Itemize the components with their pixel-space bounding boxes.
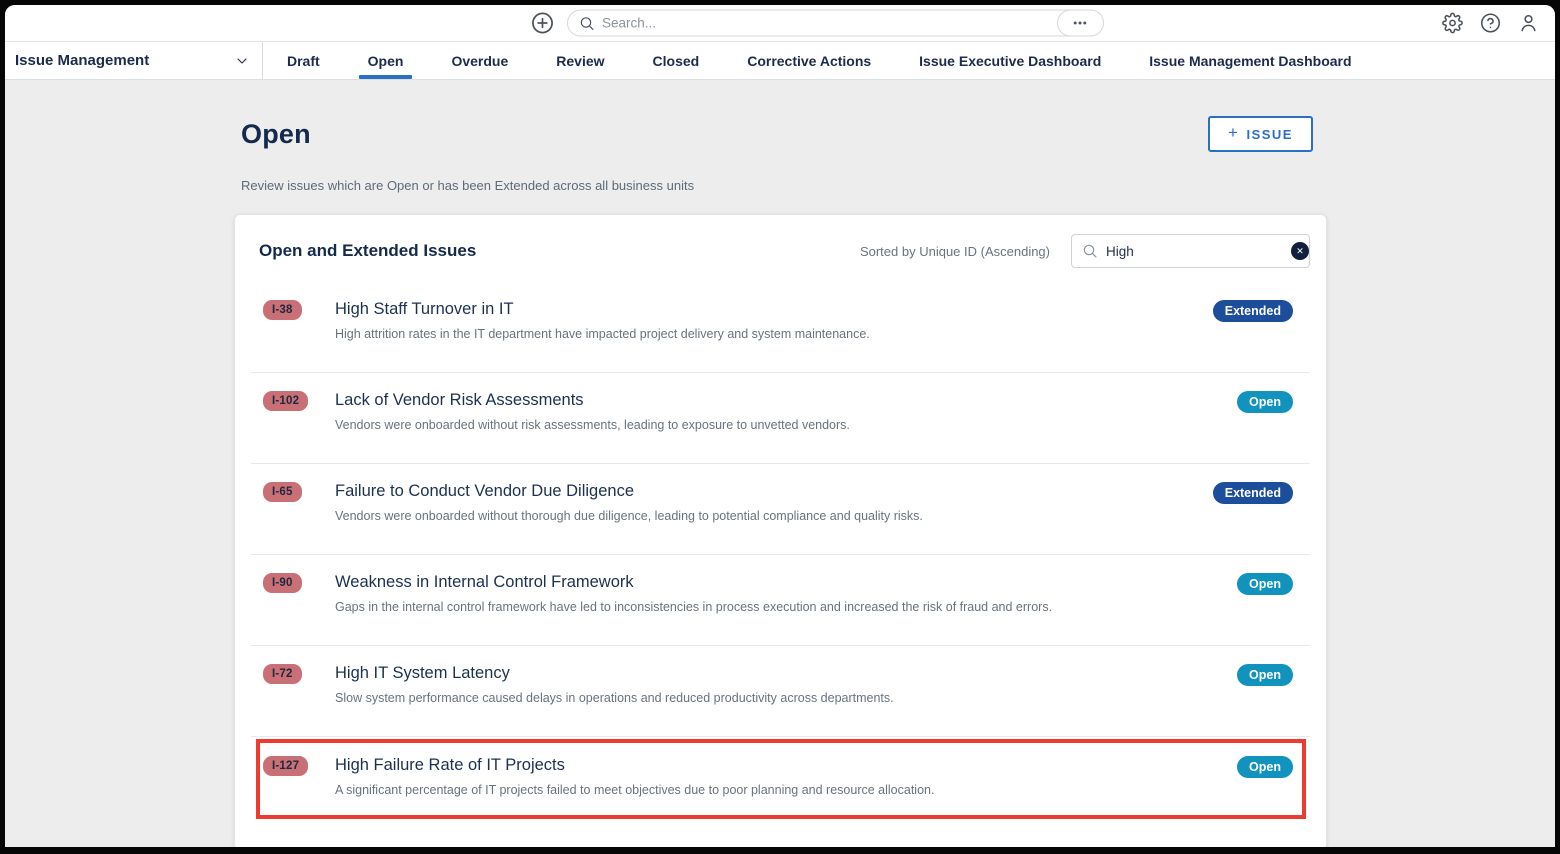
- help-icon: [1480, 13, 1501, 34]
- issue-description: A significant percentage of IT projects …: [335, 783, 935, 797]
- page-title: Open: [241, 118, 311, 149]
- issue-filter: ✕: [1071, 234, 1310, 268]
- status-badge: Extended: [1212, 300, 1293, 322]
- global-search-input[interactable]: [602, 15, 1070, 31]
- clear-filter-button[interactable]: ✕: [1291, 242, 1309, 260]
- search-options-button[interactable]: •••: [1057, 9, 1104, 37]
- status-badge: Open: [1237, 573, 1293, 595]
- gear-icon: [1442, 12, 1463, 34]
- plus-icon: +: [1228, 123, 1240, 142]
- tab-corrective-actions[interactable]: Corrective Actions: [723, 42, 895, 79]
- new-issue-button[interactable]: + ISSUE: [1208, 116, 1313, 152]
- page-subtitle: Review issues which are Open or has been…: [241, 178, 695, 193]
- open-issues-card: Open and Extended Issues Sorted by Uniqu…: [234, 214, 1327, 847]
- status-badge: Extended: [1212, 482, 1293, 504]
- issue-id-badge: I-90: [263, 573, 302, 593]
- tab-review[interactable]: Review: [532, 42, 628, 79]
- plus-circle-icon: [531, 12, 554, 35]
- tab-draft[interactable]: Draft: [263, 42, 344, 79]
- issue-description: Slow system performance caused delays in…: [335, 691, 894, 705]
- tab-closed[interactable]: Closed: [629, 42, 724, 79]
- chevron-down-icon: [234, 53, 250, 69]
- card-title: Open and Extended Issues: [259, 241, 477, 260]
- issue-title[interactable]: High Failure Rate of IT Projects: [335, 755, 1221, 776]
- tab-open[interactable]: Open: [344, 42, 428, 79]
- account-button[interactable]: [1518, 13, 1539, 34]
- issue-title[interactable]: Lack of Vendor Risk Assessments: [335, 390, 1221, 411]
- issue-id-badge: I-65: [263, 482, 302, 502]
- issue-filter-input[interactable]: [1106, 243, 1283, 259]
- person-icon: [1518, 13, 1539, 34]
- issue-id-badge: I-72: [263, 664, 302, 684]
- issue-description: Vendors were onboarded without risk asse…: [335, 418, 850, 432]
- app-window: ••• Issue Management: [5, 5, 1555, 847]
- issue-row[interactable]: I-90 Weakness in Internal Control Framew…: [235, 555, 1326, 645]
- top-bar: •••: [5, 5, 1555, 42]
- issue-id-badge: I-127: [263, 756, 309, 776]
- issue-row[interactable]: I-102 Lack of Vendor Risk Assessments Ve…: [235, 373, 1326, 463]
- new-issue-button-label: ISSUE: [1246, 126, 1293, 142]
- add-button[interactable]: [531, 12, 554, 35]
- module-selector[interactable]: Issue Management: [5, 42, 262, 79]
- help-button[interactable]: [1480, 13, 1501, 34]
- issue-description: High attrition rates in the IT departmen…: [335, 327, 870, 341]
- divider: [251, 736, 1310, 737]
- issue-title[interactable]: High Staff Turnover in IT: [335, 299, 1197, 320]
- status-badge: Open: [1237, 391, 1293, 413]
- main-content: Open + ISSUE Review issues which are Ope…: [5, 80, 1555, 847]
- settings-button[interactable]: [1442, 12, 1463, 34]
- issue-title[interactable]: Weakness in Internal Control Framework: [335, 572, 1221, 593]
- tab-overdue[interactable]: Overdue: [427, 42, 532, 79]
- issue-description: Vendors were onboarded without thorough …: [335, 509, 923, 523]
- status-badge: Open: [1237, 664, 1293, 686]
- global-search: •••: [567, 9, 1104, 37]
- issue-title[interactable]: High IT System Latency: [335, 663, 1221, 684]
- nav-bar: Issue Management Draft Open Overdue Revi…: [5, 42, 1555, 80]
- issue-row[interactable]: I-38 High Staff Turnover in IT High attr…: [235, 282, 1326, 372]
- status-badge: Open: [1237, 756, 1293, 778]
- issue-id-badge: I-102: [263, 391, 309, 411]
- issue-row-highlighted[interactable]: I-127 High Failure Rate of IT Projects A…: [256, 739, 1306, 819]
- module-label: Issue Management: [15, 52, 150, 69]
- issue-row[interactable]: I-65 Failure to Conduct Vendor Due Dilig…: [235, 464, 1326, 554]
- issue-row[interactable]: I-72 High IT System Latency Slow system …: [235, 646, 1326, 736]
- tab-issue-management-dashboard[interactable]: Issue Management Dashboard: [1125, 42, 1375, 79]
- issue-title[interactable]: Failure to Conduct Vendor Due Diligence: [335, 481, 1197, 502]
- sort-label: Sorted by Unique ID (Ascending): [859, 243, 1050, 259]
- issue-id-badge: I-38: [263, 300, 302, 320]
- tab-issue-executive-dashboard[interactable]: Issue Executive Dashboard: [895, 42, 1125, 79]
- issue-description: Gaps in the internal control framework h…: [335, 600, 1053, 614]
- tab-bar: Draft Open Overdue Review Closed Correct…: [263, 42, 1376, 79]
- search-icon: [579, 15, 595, 31]
- search-icon: [1082, 243, 1098, 259]
